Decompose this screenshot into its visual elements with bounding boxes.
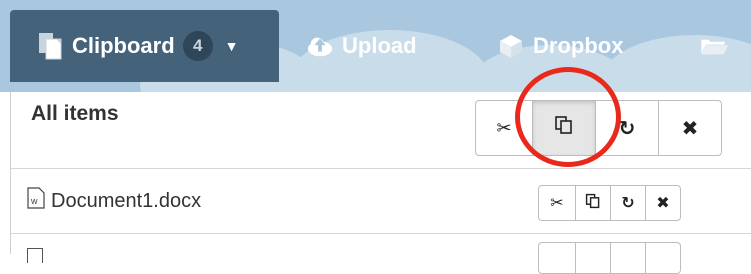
upload-tab[interactable]: Upload bbox=[306, 10, 417, 82]
move-button[interactable] bbox=[611, 243, 646, 273]
all-items-heading: All items bbox=[31, 102, 119, 125]
all-items-row: All items ✂ ↻ ✖ bbox=[11, 92, 751, 169]
cut-button[interactable] bbox=[539, 243, 576, 273]
redo-icon: ↻ bbox=[618, 117, 636, 140]
copy-button[interactable] bbox=[576, 243, 611, 273]
cut-all-button[interactable]: ✂ bbox=[476, 101, 533, 155]
redo-icon: ↻ bbox=[621, 195, 635, 212]
close-icon: ✖ bbox=[656, 195, 670, 212]
copy-icon bbox=[554, 115, 574, 141]
svg-text:w: w bbox=[30, 196, 38, 206]
move-button[interactable]: ↻ bbox=[611, 186, 646, 220]
remove-button[interactable] bbox=[646, 243, 680, 273]
cloud-upload-icon bbox=[306, 32, 334, 60]
dropbox-label: Dropbox bbox=[533, 33, 624, 58]
copy-button[interactable] bbox=[576, 186, 611, 220]
folder-tab[interactable] bbox=[700, 10, 728, 82]
clipboard-tab[interactable]: Clipboard 4 ▼ bbox=[10, 10, 279, 82]
clipboard-icon bbox=[36, 32, 64, 60]
dropbox-tab[interactable]: Dropbox bbox=[497, 10, 623, 82]
move-all-button[interactable]: ↻ bbox=[596, 101, 659, 155]
list-item-partial bbox=[11, 234, 751, 274]
copy-all-button[interactable] bbox=[533, 101, 596, 155]
copy-icon bbox=[585, 193, 601, 214]
file-name-label: Document1.docx bbox=[51, 189, 202, 212]
dropbox-icon bbox=[497, 32, 525, 60]
chevron-down-icon: ▼ bbox=[224, 38, 239, 54]
word-file-icon: w bbox=[27, 187, 45, 215]
file-icon bbox=[27, 248, 43, 263]
list-item: w Document1.docx ✂ ↻ ✖ bbox=[11, 169, 751, 234]
item-actions: ✂ ↻ ✖ bbox=[538, 185, 681, 221]
cut-button[interactable]: ✂ bbox=[539, 186, 576, 220]
upload-label: Upload bbox=[342, 33, 417, 58]
top-toolbar: Clipboard 4 ▼ Upload Dropbox bbox=[0, 0, 751, 92]
item-actions-partial bbox=[538, 242, 681, 274]
scissors-icon: ✂ bbox=[496, 117, 512, 138]
all-items-actions: ✂ ↻ ✖ bbox=[475, 100, 722, 156]
remove-all-button[interactable]: ✖ bbox=[659, 101, 721, 155]
clipboard-count-badge: 4 bbox=[182, 31, 213, 61]
file-name[interactable]: w Document1.docx bbox=[27, 187, 201, 215]
remove-button[interactable]: ✖ bbox=[646, 186, 680, 220]
scissors-icon: ✂ bbox=[550, 195, 564, 212]
clipboard-dropdown: All items ✂ ↻ ✖ w Document1.docx ✂ ↻ ✖ bbox=[10, 92, 751, 274]
clipboard-label: Clipboard bbox=[72, 33, 175, 58]
folder-icon bbox=[700, 32, 728, 60]
close-icon: ✖ bbox=[681, 117, 699, 140]
